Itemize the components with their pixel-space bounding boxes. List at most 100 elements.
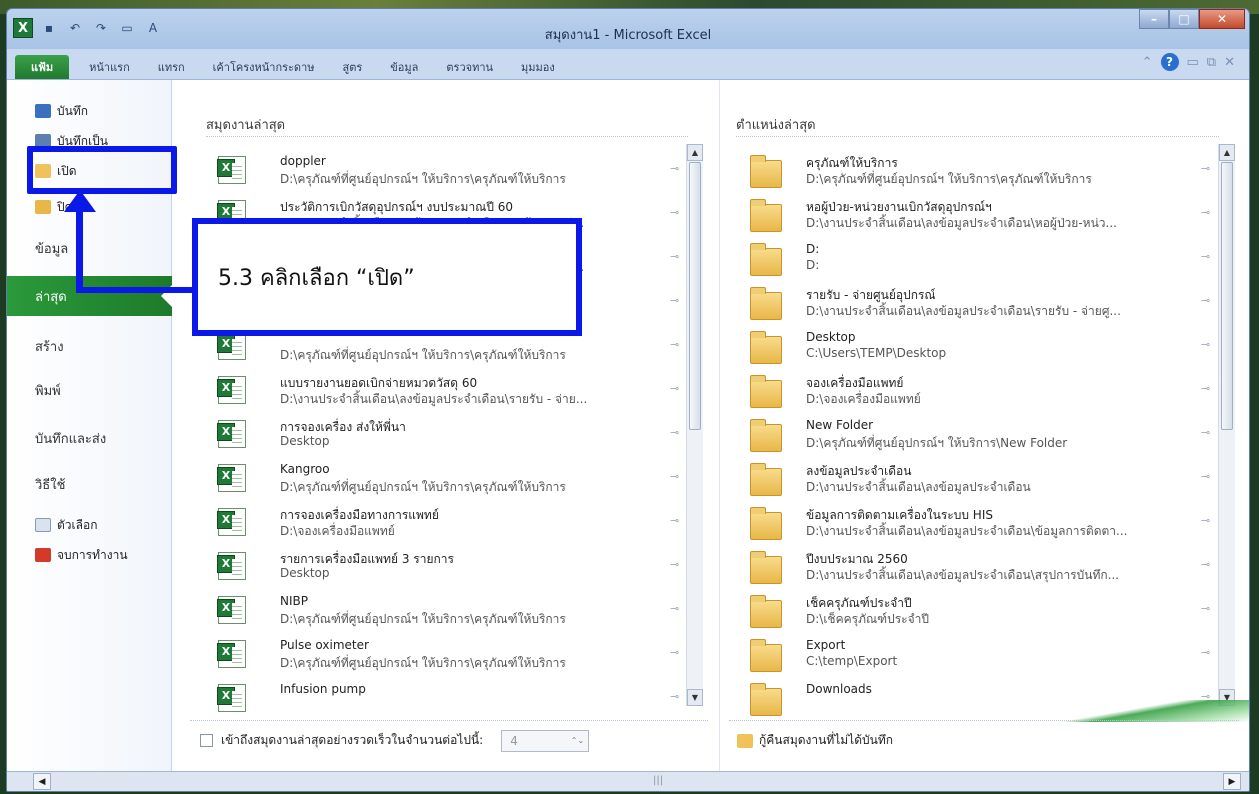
pin-icon[interactable]: ⊸ [670,470,686,483]
tab-insert[interactable]: แทรก [144,55,199,79]
nav-exit[interactable]: จบการทำงาน [7,540,172,570]
excel-file-icon [217,464,246,492]
item-path: D:\ครุภัณฑ์ที่ศูนย์อุปกรณ์ฯ ให้บริการ\คร… [280,656,566,670]
nav-new[interactable]: สร้าง [7,326,172,366]
tab-page-layout[interactable]: เค้าโครงหน้ากระดาษ [199,55,329,79]
pin-icon[interactable]: ⊸ [670,514,686,527]
pin-icon[interactable]: ⊸ [1201,382,1217,395]
workbook-minimize-icon[interactable]: ▭ [1187,55,1199,70]
excel-file-icon [217,640,246,668]
recent-places-scrollbar[interactable]: ▲ ▼ [1218,144,1235,706]
nav-help[interactable]: วิธีใช้ [7,464,172,504]
item-path: D:\งานประจำสิ้นเดือน\ลงข้อมูลประจำเดือน\… [806,568,1120,582]
ribbon-collapse-icon[interactable]: ⌃ [1142,55,1153,70]
recent-places-list: ครุภัณฑ์ให้บริการ D:\ครุภัณฑ์ที่ศูนย์อุปก… [720,148,1239,720]
list-item[interactable]: รายรับ - จ่ายศูนย์อุปกรณ์ D:\งานประจำสิ้น… [720,280,1239,324]
list-item[interactable]: การจองเครื่อง ส่งให้พี่นาDesktop⊸ [190,412,708,456]
pin-icon[interactable]: ⊸ [670,162,686,175]
pin-icon[interactable]: ⊸ [1201,514,1217,527]
close-window-button[interactable]: ✕ [1199,9,1245,29]
nav-recent[interactable]: ล่าสุด [7,276,173,316]
quick-access-count-spinner[interactable]: 4 [501,729,590,752]
nav-print[interactable]: พิมพ์ [7,370,172,410]
pin-icon[interactable]: ⊸ [1201,646,1217,659]
item-name: Pulse oximeter [280,638,369,652]
close-folder-icon [35,200,51,214]
scroll-grip-icon[interactable]: ||| [653,775,663,786]
nav-save-and-send[interactable]: บันทึกและส่ง [7,418,172,458]
tab-review[interactable]: ตรวจทาน [432,55,507,79]
list-item[interactable]: Kangroo D:\ครุภัณฑ์ที่ศูนย์อุปกรณ์ฯ ให้บร… [190,456,708,500]
tab-home[interactable]: หน้าแรก [75,55,144,79]
nav-options[interactable]: ตัวเลือก [7,510,172,540]
excel-file-icon [217,420,246,448]
quick-access-checkbox[interactable] [200,734,213,747]
list-item[interactable]: เช็คครุภัณฑ์ประจำปี D:\เช็คครุภัณฑ์ประจำป… [720,588,1239,632]
tab-formulas[interactable]: สูตร [329,55,377,79]
item-name: NIBP [280,594,308,608]
list-item[interactable]: การจองเครื่องมือทางการแพทย์D:\จองเครื่อง… [190,500,708,544]
pin-icon[interactable]: ⊸ [670,690,686,703]
pin-icon[interactable]: ⊸ [1201,602,1217,615]
nav-info[interactable]: ข้อมูล [7,228,172,268]
scroll-thumb[interactable] [1221,162,1233,430]
pin-icon[interactable]: ⊸ [670,558,686,571]
maximize-button[interactable]: □ [1169,9,1199,29]
pin-icon[interactable]: ⊸ [670,250,686,263]
scroll-up-icon[interactable]: ▲ [687,144,703,161]
tab-file[interactable]: แฟ้ม [15,55,70,79]
pin-icon[interactable]: ⊸ [1201,294,1217,307]
pin-icon[interactable]: ⊸ [1201,338,1217,351]
list-item[interactable]: แบบรายงานยอดเบิกจ่ายหมวดวัสดุ 60D:\งานปร… [190,368,708,412]
recent-workbooks-scrollbar[interactable]: ▲ ▼ [686,144,703,706]
horizontal-scrollbar[interactable]: ◀ ||| ▶ [7,771,1249,791]
scroll-up-icon[interactable]: ▲ [1219,144,1235,161]
pin-icon[interactable]: ⊸ [670,294,686,307]
scroll-down-icon[interactable]: ▼ [687,689,703,706]
help-icon[interactable]: ? [1160,53,1179,71]
list-item[interactable]: Infusion pump ⊸ [190,676,708,720]
list-item[interactable]: ปีงบประมาณ 2560 D:\งานประจำสิ้นเดือน\ลงข้… [720,544,1239,588]
list-item[interactable]: New Folder D:\ครุภัณฑ์ที่ศูนย์อุปกรณ์ฯ ให… [720,412,1239,456]
list-item[interactable]: ลงข้อมูลประจำเดือน D:\งานประจำสิ้นเดือน\ล… [720,456,1239,500]
tab-view[interactable]: มุมมอง [507,55,569,79]
scroll-left-icon[interactable]: ◀ [33,773,51,790]
pin-icon[interactable]: ⊸ [1201,206,1217,219]
pin-icon[interactable]: ⊸ [1201,470,1217,483]
pin-icon[interactable]: ⊸ [1201,426,1217,439]
tab-data[interactable]: ข้อมูล [376,55,432,79]
pin-icon[interactable]: ⊸ [670,646,686,659]
pin-icon[interactable]: ⊸ [670,602,686,615]
pin-icon[interactable]: ⊸ [670,382,686,395]
pin-icon[interactable]: ⊸ [1201,250,1217,263]
list-item[interactable]: รายการเครื่องมือแพทย์ 3 รายการDesktop⊸ [190,544,708,588]
quick-access-setting: เข้าถึงสมุดงานล่าสุดอย่างรวดเร็วในจำนวนต… [190,720,708,760]
list-item[interactable]: doppler D:\ครุภัณฑ์ที่ศูนย์อุปกรณ์ฯ ให้บร… [190,148,708,192]
list-item[interactable]: D: D: ⊸ [720,236,1239,280]
pin-icon[interactable]: ⊸ [1201,162,1217,175]
workbook-close-icon[interactable]: ✕ [1224,55,1235,70]
recover-unsaved-link[interactable]: กู้คืนสมุดงานที่ไม่ได้บันทึก [729,720,1239,760]
pin-icon[interactable]: ⊸ [670,338,686,351]
minimize-button[interactable]: – [1139,9,1169,29]
list-item[interactable]: ข้อมูลการติดตามเครื่องในระบบ HIS D:\งานปร… [720,500,1239,544]
exit-icon [35,548,51,562]
folder-icon [750,419,782,452]
list-item[interactable]: ครุภัณฑ์ให้บริการ D:\ครุภัณฑ์ที่ศูนย์อุปก… [720,148,1239,192]
pin-icon[interactable]: ⊸ [1201,558,1217,571]
list-item[interactable]: จองเครื่องมือแพทย์ D:\จองเครื่องมือแพทย์ ⊸ [720,368,1239,412]
scroll-right-icon[interactable]: ▶ [1223,773,1241,790]
pin-icon[interactable]: ⊸ [670,206,686,219]
item-name: doppler [280,154,326,168]
item-path: D:\ครุภัณฑ์ที่ศูนย์อุปกรณ์ฯ ให้บริการ\คร… [806,172,1092,186]
list-item[interactable]: Desktop C:\Users\TEMP\Desktop ⊸ [720,324,1239,368]
nav-options-label: ตัวเลือก [57,517,98,532]
list-item[interactable]: Export C:\temp\Export ⊸ [720,632,1239,676]
scroll-thumb[interactable] [689,162,701,430]
pin-icon[interactable]: ⊸ [670,426,686,439]
list-item[interactable]: Pulse oximeter D:\ครุภัณฑ์ที่ศูนย์อุปกรณ์… [190,632,708,676]
list-item[interactable]: หอผู้ป่วย-หน่วยงานเบิกวัสดุอุปกรณ์ฯ D:\งา… [720,192,1239,236]
list-item[interactable]: NIBP D:\ครุภัณฑ์ที่ศูนย์อุปกรณ์ฯ ให้บริกา… [190,588,708,632]
nav-save[interactable]: บันทึก [7,96,172,126]
workbook-restore-icon[interactable]: ⧉ [1207,55,1216,70]
